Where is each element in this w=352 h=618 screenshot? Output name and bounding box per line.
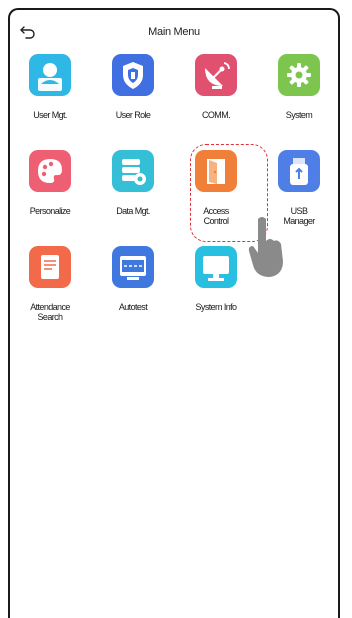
menu-item-label: USB Manager <box>283 206 315 226</box>
gear-icon <box>278 54 320 96</box>
satellite-dish-icon <box>195 54 237 96</box>
menu-item-label: Data Mgt. <box>116 206 150 216</box>
menu-item-usb-manager[interactable]: USB Manager <box>259 150 338 240</box>
header-bar: Main Menu <box>10 10 338 54</box>
menu-item-attendance-search[interactable]: Attendance Search <box>10 246 90 336</box>
menu-item-autotest[interactable]: Autotest <box>93 246 173 336</box>
menu-item-system-info[interactable]: System Info <box>176 246 256 336</box>
usb-drive-icon <box>278 150 320 192</box>
menu-item-user-mgt[interactable]: User Mgt. <box>10 54 90 144</box>
menu-item-label: User Role <box>115 110 151 120</box>
menu-item-access-control[interactable]: Access Control <box>176 150 256 240</box>
device-screen: Main Menu User Mgt. User Role COMM. Syst… <box>8 8 340 618</box>
shield-icon <box>112 54 154 96</box>
palette-icon <box>29 150 71 192</box>
menu-item-comm[interactable]: COMM. <box>176 54 256 144</box>
document-search-icon <box>29 246 71 288</box>
database-icon <box>112 150 154 192</box>
menu-item-label: Access Control <box>203 206 229 226</box>
menu-item-label: Personalize <box>29 206 71 216</box>
user-icon <box>29 54 71 96</box>
menu-item-label: Autotest <box>118 302 148 312</box>
menu-item-personalize[interactable]: Personalize <box>10 150 90 240</box>
menu-item-label: Attendance Search <box>30 302 70 322</box>
menu-item-label: System <box>285 110 313 120</box>
menu-item-data-mgt[interactable]: Data Mgt. <box>93 150 173 240</box>
test-monitor-icon <box>112 246 154 288</box>
menu-item-system[interactable]: System <box>259 54 338 144</box>
door-icon <box>195 150 237 192</box>
page-title: Main Menu <box>148 26 200 38</box>
monitor-icon <box>195 246 237 288</box>
menu-item-label: System Info <box>195 302 238 312</box>
menu-item-label: User Mgt. <box>33 110 67 120</box>
menu-item-label: COMM. <box>202 110 231 120</box>
menu-item-user-role[interactable]: User Role <box>93 54 173 144</box>
